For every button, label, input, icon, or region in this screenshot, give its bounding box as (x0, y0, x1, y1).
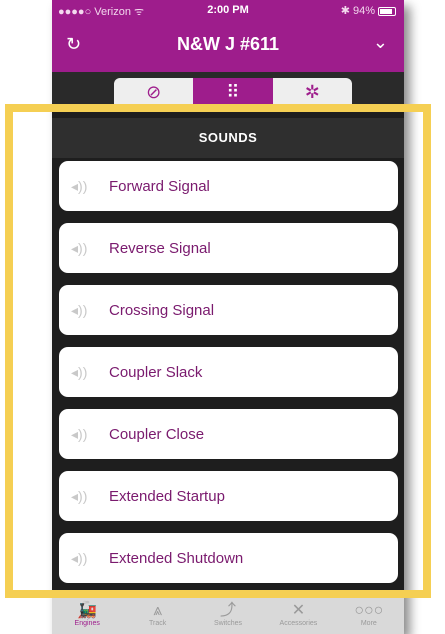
segmented-control: ⊘ ⠿ ✲ (114, 78, 352, 106)
speaker-icon: ◂)) (71, 301, 88, 318)
tab-label: Accessories (279, 619, 318, 627)
speaker-icon: ◂)) (71, 239, 88, 256)
sound-row-coupler-slack[interactable]: ◂)) Coupler Slack (59, 347, 398, 397)
tab-engines[interactable]: 🚂 Engines (52, 594, 122, 634)
battery-indicator: ✱ 94% (341, 4, 396, 17)
segment-settings[interactable]: ✲ (273, 78, 352, 106)
segment-speedometer[interactable]: ⊘ (114, 78, 193, 106)
sound-label: Coupler Slack (109, 363, 203, 381)
speaker-icon: ◂)) (71, 363, 88, 380)
accessories-icon: ✕ (291, 601, 306, 619)
battery-label: ✱ 94% (340, 5, 375, 17)
speaker-icon: ◂)) (71, 487, 88, 504)
sound-row-forward-signal[interactable]: ◂)) Forward Signal (59, 161, 398, 211)
tab-label: Track (148, 619, 167, 627)
keypad-icon: ⠿ (226, 81, 240, 102)
sound-row-extended-startup[interactable]: ◂)) Extended Startup (59, 471, 398, 521)
tab-accessories[interactable]: ✕ Accessories (263, 594, 333, 634)
gear-icon: ✲ (304, 81, 320, 102)
engine-title: N&W J #611 (176, 34, 280, 54)
sound-label: Reverse Signal (109, 239, 211, 257)
speaker-icon: ◂)) (71, 177, 88, 194)
tab-switches[interactable]: ⤴ Switches (193, 594, 263, 634)
tab-label: Switches (214, 619, 243, 627)
battery-icon (378, 6, 396, 16)
engine-icon: 🚂 (77, 601, 98, 619)
sound-row-extended-shutdown[interactable]: ◂)) Extended Shutdown (59, 533, 398, 583)
sound-label: Forward Signal (109, 177, 210, 195)
switch-icon: ⤴ (220, 601, 237, 619)
sound-row-coupler-close[interactable]: ◂)) Coupler Close (59, 409, 398, 459)
tab-bar: 🚂 Engines ⩓ Track ⤴ Switches ✕ Accessori… (52, 594, 404, 634)
navigation-bar: ↻ N&W J #611 ⌄ (52, 20, 404, 72)
sound-row-crossing-signal[interactable]: ◂)) Crossing Signal (59, 285, 398, 335)
tab-track[interactable]: ⩓ Track (122, 594, 192, 634)
sound-row-reverse-signal[interactable]: ◂)) Reverse Signal (59, 223, 398, 273)
speaker-icon: ◂)) (71, 549, 88, 566)
phone-screen: ●●●●○ Verizon ᯤ 2:00 PM ✱ 94% ↻ N&W J #6… (52, 0, 404, 634)
tab-more[interactable]: ○○○ More (334, 594, 404, 634)
segment-bar: ⊘ ⠿ ✲ (52, 72, 404, 106)
sound-label: Extended Shutdown (109, 549, 244, 567)
chevron-down-icon[interactable]: ⌄ (373, 32, 388, 53)
section-title: SOUNDS (52, 118, 404, 158)
sound-label: Coupler Close (109, 425, 205, 443)
tab-label: More (360, 619, 377, 627)
speaker-icon: ◂)) (71, 425, 88, 442)
segment-keypad[interactable]: ⠿ (193, 78, 273, 106)
speedometer-icon: ⊘ (146, 81, 162, 102)
status-bar: ●●●●○ Verizon ᯤ 2:00 PM ✱ 94% (52, 0, 404, 20)
tab-label: Engines (74, 619, 100, 627)
sound-label: Extended Startup (109, 487, 225, 505)
more-icon: ○○○ (354, 601, 384, 619)
track-icon: ⩓ (153, 601, 163, 619)
sound-label: Crossing Signal (109, 301, 215, 319)
